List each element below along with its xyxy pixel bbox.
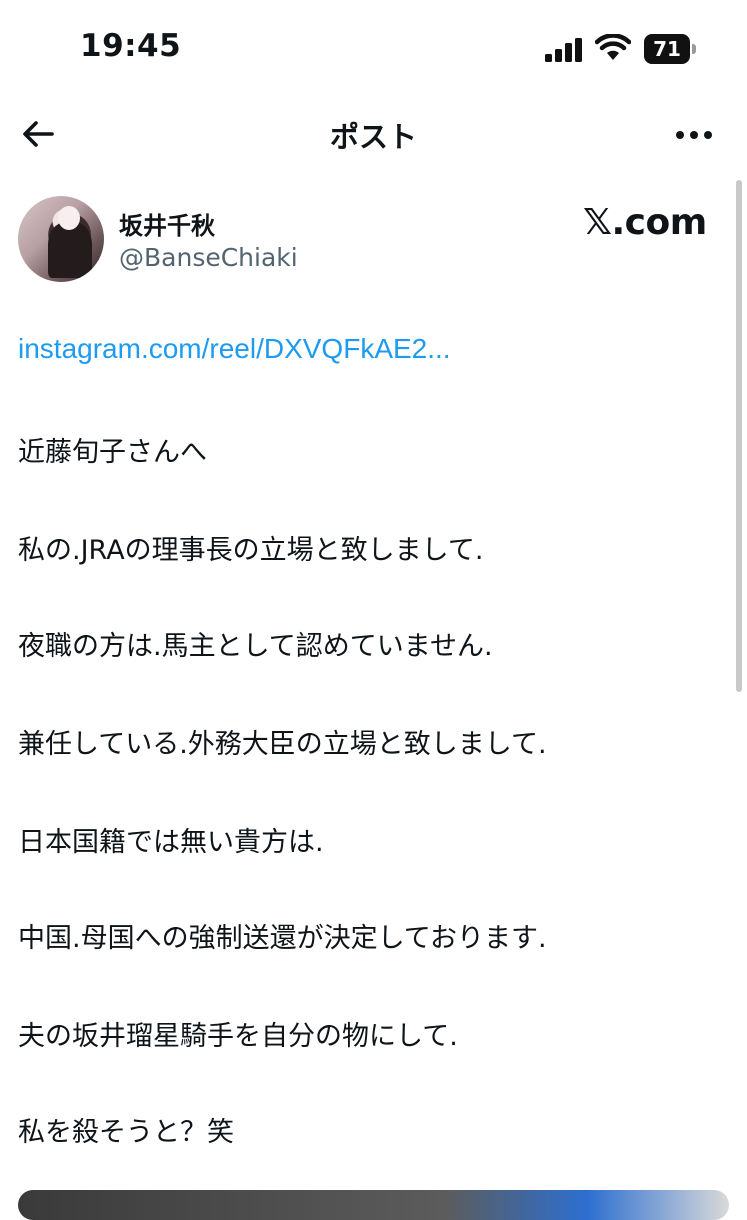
more-horizontal-icon[interactable] [674,120,714,150]
media-preview[interactable] [18,1190,729,1220]
author-display-name[interactable]: 坂井千秋 [119,206,215,241]
nav-bar: ポスト [0,100,747,170]
post-line: 兼任している.外務大臣の立場と致しまして. [18,729,547,760]
page-title: ポスト [329,120,417,154]
post-line: 夜職の方は.馬主として認めていません. [18,631,493,662]
post-line: 近藤旬子さんへ [18,437,207,468]
battery-icon: 71 [644,34,696,64]
status-bar: 19:45 71 [0,0,747,100]
post-line: 私の.JRAの理事長の立場と致しまして. [18,535,484,566]
status-time: 19:45 [80,28,182,64]
wifi-icon [595,34,631,60]
post-link[interactable]: instagram.com/reel/DXVQFkAE2... [18,333,451,365]
signal-icon [545,38,582,62]
x-logo: 𝕏.com [583,202,707,243]
scrollbar[interactable] [736,180,742,692]
post-line: 日本国籍では無い貴方は. [18,827,324,858]
battery-level: 71 [644,34,690,64]
avatar[interactable] [18,196,104,282]
post-line: 中国.母国への強制送還が決定しております. [18,923,547,954]
post-line: 私を殺そうと？笑 [18,1117,234,1148]
author-handle[interactable]: @BanseChiaki [119,243,298,272]
post-line: 夫の坂井瑠星騎手を自分の物にして. [18,1021,458,1052]
